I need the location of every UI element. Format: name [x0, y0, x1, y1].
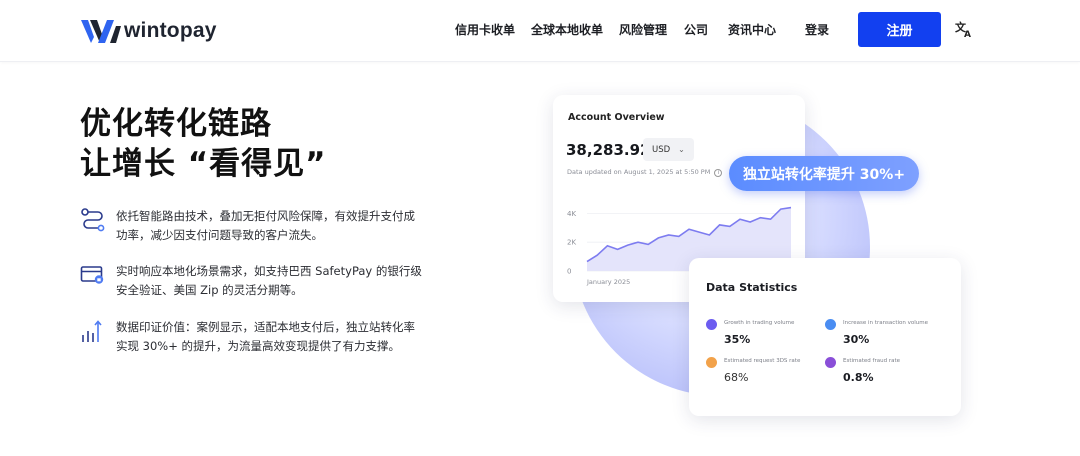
hero-headline-line-2: 让增长 “看得见” [80, 146, 327, 182]
route-icon [81, 208, 105, 232]
hero-headline-line-1: 优化转化链路 [80, 106, 272, 142]
trend-circle-icon [825, 319, 836, 330]
chart-y-tick-label: 0 [567, 268, 571, 276]
nav-item-global-local-acquiring[interactable]: 全球本地收单 [531, 20, 603, 40]
translate-icon[interactable]: 文 A [955, 20, 973, 38]
bar-growth-icon [82, 320, 102, 342]
check-circle-icon [706, 319, 717, 330]
nav-item-company[interactable]: 公司 [684, 20, 708, 40]
stat-label: Estimated fraud rate [843, 358, 900, 364]
feature-text-data-proof: 数据印证价值：案例显示，适配本地支付后，独立站转化率实现 30%+ 的提升，为流… [116, 320, 415, 353]
stat-label: Estimated request 3DS rate [724, 358, 801, 364]
stat-value: 0.8% [843, 371, 874, 384]
top-navbar: wintopay 信用卡收单 全球本地收单 风险管理 公司 资讯中心 登录 注册… [0, 0, 1080, 62]
data-updated-label: Data updated on August 1, 2025 at 5:50 P… [567, 168, 711, 176]
data-statistics-title: Data Statistics [706, 281, 798, 294]
hero-headline: 优化转化链路 让增长 “看得见” [80, 104, 327, 184]
info-icon: i [714, 169, 723, 177]
alert-circle-icon [825, 357, 836, 368]
nav-item-news-center[interactable]: 资讯中心 [728, 20, 776, 40]
svg-text:A: A [964, 30, 971, 38]
stat-label: Increase in transaction volume [843, 320, 928, 326]
currency-select-value: USD [652, 144, 671, 155]
feature-text-local-payment: 实时响应本地化场景需求，如支持巴西 SafetyPay 的银行级安全验证、美国 … [116, 264, 422, 297]
signup-button[interactable]: 注册 [858, 12, 941, 47]
data-updated-text: Data updated on August 1, 2025 at 5:50 P… [567, 168, 723, 177]
nav-item-risk-management[interactable]: 风险管理 [619, 20, 667, 40]
nav-item-credit-card-acquiring[interactable]: 信用卡收单 [455, 20, 515, 40]
card-lock-icon [80, 266, 104, 284]
chevron-down-icon: ⌄ [678, 145, 685, 154]
chart-y-tick-label: 4K [567, 210, 576, 218]
conversion-rate-badge: 独立站转化率提升 30%+ [729, 156, 919, 191]
stat-value: 35% [724, 333, 751, 346]
stat-value: 30% [843, 333, 870, 346]
stat-label: Growth in trading volume [724, 320, 795, 326]
chart-x-tick-label: January 2025 [586, 278, 630, 286]
stat-value: 68% [724, 371, 749, 384]
shield-circle-icon [706, 357, 717, 368]
wintopay-logo[interactable]: wintopay [80, 17, 217, 45]
currency-select[interactable]: USD ⌄ [643, 138, 694, 161]
account-overview-title: Account Overview [568, 112, 665, 123]
login-link[interactable]: 登录 [805, 20, 829, 40]
data-statistics-card: Data Statistics Growth in trading volume… [689, 258, 961, 416]
chart-y-tick-label: 2K [567, 239, 576, 247]
wintopay-logo-text: wintopay [124, 19, 217, 42]
account-balance-amount: 38,283.92 [566, 141, 651, 159]
wintopay-logo-mark-icon [81, 20, 121, 43]
feature-text-smart-routing: 依托智能路由技术，叠加无拒付风险保障，有效提升支付成功率，减少因支付问题导致的客… [116, 209, 415, 242]
